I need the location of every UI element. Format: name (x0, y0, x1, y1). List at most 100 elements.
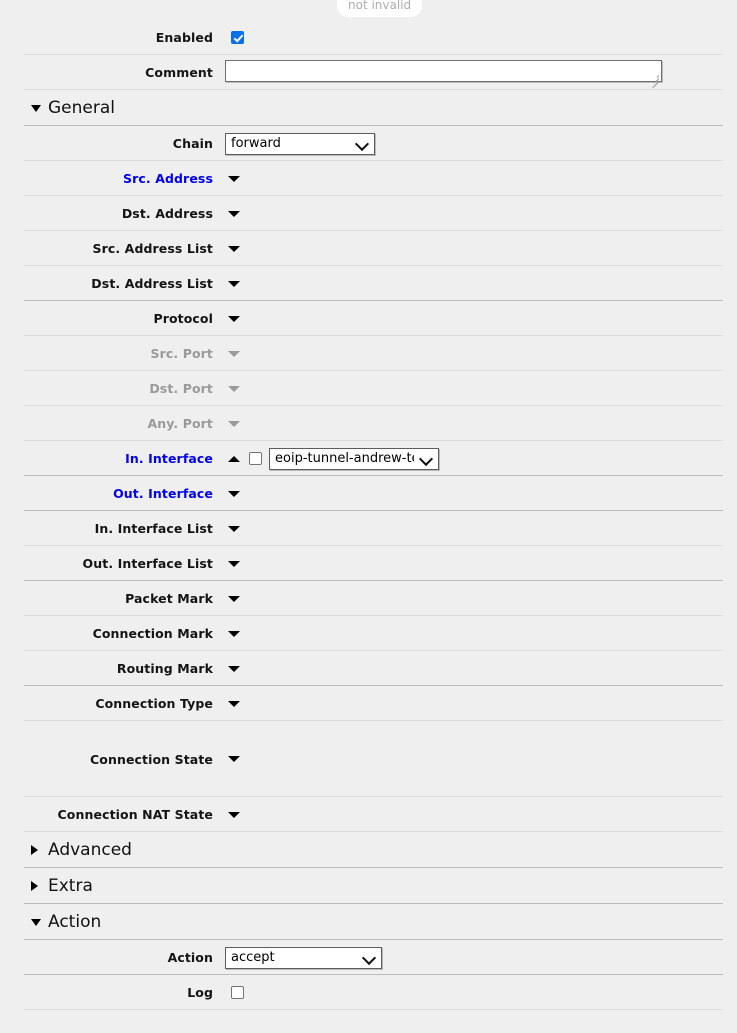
in-interface-label[interactable]: In. Interface (0, 451, 213, 466)
row-src-address-list: Src. Address List (0, 231, 737, 266)
row-connection-state: Connection State (0, 721, 737, 797)
row-comment: Comment (0, 55, 737, 90)
enabled-checkbox[interactable] (231, 31, 244, 44)
action-control: accept (225, 946, 737, 969)
row-in-interface: In. Interface eoip-tunnel-andrew-test (0, 441, 737, 476)
connection-nat-state-control (225, 806, 737, 824)
comment-control (225, 59, 737, 88)
triangle-right-icon (31, 845, 38, 855)
triangle-down-icon[interactable] (225, 660, 243, 678)
connection-mark-label: Connection Mark (92, 626, 213, 641)
chain-select-wrap: forward (225, 132, 375, 155)
comment-textarea[interactable] (225, 59, 662, 82)
row-packet-mark: Packet Mark (0, 581, 737, 616)
in-interface-select[interactable]: eoip-tunnel-andrew-test (269, 448, 439, 470)
log-control (225, 986, 737, 999)
out-interface-list-control (225, 555, 737, 573)
enabled-control (225, 31, 737, 44)
row-action: Action accept (0, 940, 737, 975)
row-any-port: Any. Port (0, 406, 737, 441)
row-dst-port: Dst. Port (0, 371, 737, 406)
row-connection-nat-state: Connection NAT State (0, 797, 737, 832)
action-select-wrap: accept (225, 946, 382, 969)
src-address-list-label: Src. Address List (92, 241, 213, 256)
status-badge: not invalid (337, 0, 423, 17)
src-port-label: Src. Port (150, 346, 213, 361)
triangle-down-icon[interactable] (225, 310, 243, 328)
triangle-down-icon[interactable] (225, 750, 243, 768)
dst-port-label: Dst. Port (149, 381, 213, 396)
packet-mark-label: Packet Mark (125, 591, 213, 606)
action-select[interactable]: accept (225, 947, 382, 969)
section-title-extra: Extra (48, 876, 93, 896)
triangle-down-icon (31, 918, 41, 926)
triangle-down-icon[interactable] (225, 625, 243, 643)
section-title-general: General (48, 98, 115, 118)
row-chain: Chain forward (0, 126, 737, 161)
section-title-action: Action (48, 912, 102, 932)
row-connection-mark: Connection Mark (0, 616, 737, 651)
triangle-down-icon[interactable] (225, 695, 243, 713)
protocol-label: Protocol (153, 311, 213, 326)
packet-mark-control (225, 590, 737, 608)
dst-address-control (225, 205, 737, 223)
row-out-interface: Out. Interface (0, 476, 737, 511)
log-checkbox[interactable] (231, 986, 244, 999)
dst-address-list-label: Dst. Address List (91, 276, 213, 291)
row-src-port: Src. Port (0, 336, 737, 371)
section-header-advanced[interactable]: Advanced (0, 832, 737, 868)
section-header-extra[interactable]: Extra (0, 868, 737, 904)
src-address-label[interactable]: Src. Address (0, 171, 213, 186)
in-interface-list-control (225, 520, 737, 538)
triangle-down-icon (225, 380, 243, 398)
triangle-down-icon[interactable] (225, 485, 243, 503)
triangle-down-icon[interactable] (225, 806, 243, 824)
chain-control: forward (225, 132, 737, 155)
src-address-list-control (225, 240, 737, 258)
row-out-interface-list: Out. Interface List (0, 546, 737, 581)
connection-type-control (225, 695, 737, 713)
triangle-down-icon[interactable] (225, 205, 243, 223)
section-header-action[interactable]: Action (0, 904, 737, 940)
connection-mark-control (225, 625, 737, 643)
row-src-address: Src. Address (0, 161, 737, 196)
routing-mark-label: Routing Mark (116, 661, 213, 676)
section-header-general[interactable]: General (0, 90, 737, 126)
connection-type-label: Connection Type (95, 696, 213, 711)
triangle-down-icon (225, 415, 243, 433)
chain-select[interactable]: forward (225, 133, 375, 155)
triangle-up-icon[interactable] (225, 450, 243, 468)
src-address-control (225, 170, 737, 188)
connection-state-label: Connection State (89, 751, 213, 767)
triangle-down-icon[interactable] (225, 170, 243, 188)
triangle-down-icon[interactable] (225, 590, 243, 608)
out-interface-control (225, 485, 737, 503)
triangle-down-icon[interactable] (225, 555, 243, 573)
log-label: Log (187, 985, 213, 1000)
any-port-control (225, 415, 737, 433)
chain-label: Chain (172, 136, 213, 151)
in-interface-negate-checkbox[interactable] (249, 452, 262, 465)
triangle-down-icon[interactable] (225, 240, 243, 258)
row-in-interface-list: In. Interface List (0, 511, 737, 546)
in-interface-list-label: In. Interface List (94, 521, 213, 536)
triangle-down-icon[interactable] (225, 275, 243, 293)
any-port-label: Any. Port (147, 416, 213, 431)
triangle-down-icon[interactable] (225, 520, 243, 538)
comment-label: Comment (145, 65, 213, 80)
out-interface-label[interactable]: Out. Interface (0, 486, 213, 501)
enabled-label: Enabled (155, 30, 213, 45)
connection-nat-state-label: Connection NAT State (57, 807, 213, 822)
routing-mark-control (225, 660, 737, 678)
row-enabled: Enabled (0, 20, 737, 55)
triangle-down-icon (225, 345, 243, 363)
row-connection-type: Connection Type (0, 686, 737, 721)
comment-textarea-wrap (225, 59, 662, 88)
src-port-control (225, 345, 737, 363)
action-label: Action (167, 950, 213, 965)
connection-state-control (225, 750, 737, 768)
dst-address-label: Dst. Address (121, 206, 213, 221)
section-title-advanced: Advanced (48, 840, 132, 860)
in-interface-control: eoip-tunnel-andrew-test (225, 447, 737, 470)
dst-port-control (225, 380, 737, 398)
